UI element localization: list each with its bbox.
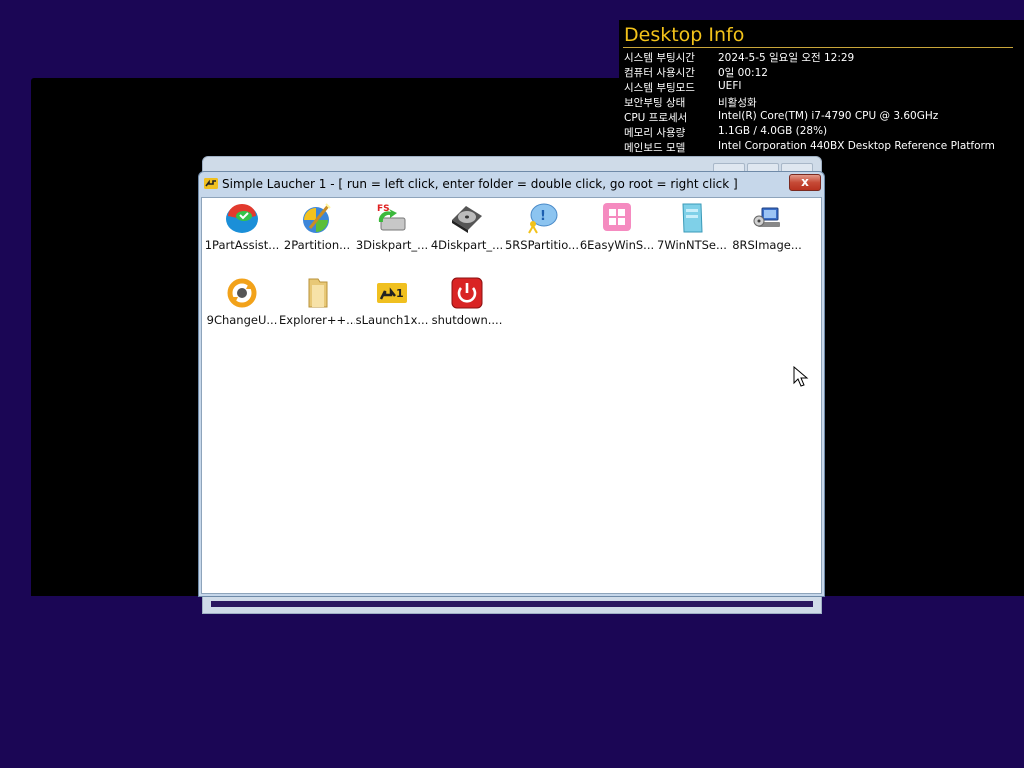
launcher-item-2[interactable]: 2Partition...	[279, 202, 355, 262]
diskpart-fs-icon: FS	[377, 204, 406, 231]
slaunch-icon: 1	[377, 283, 407, 303]
launcher-item-9[interactable]: 9ChangeU...	[204, 277, 280, 337]
info-key: CPU 프로세서	[624, 112, 688, 124]
launcher-item-label: 7WinNTSe...	[657, 238, 727, 252]
launcher-item-label: 3Diskpart_...	[355, 238, 429, 252]
launcher-item-label: 4Diskpart_...	[430, 238, 504, 252]
info-key: 시스템 부팅시간	[624, 52, 695, 64]
desktop-info-title: Desktop Info	[624, 24, 745, 46]
info-value: 1.1GB / 4.0GB (28%)	[718, 125, 828, 137]
desktop-info-panel: Desktop Info 시스템 부팅시간 2024-5-5 일요일 오전 12…	[619, 20, 1024, 155]
launcher-item-label: 2Partition...	[283, 238, 351, 252]
launcher-item-label: 1PartAssist...	[204, 238, 280, 252]
info-key: 컴퓨터 사용시간	[624, 67, 695, 79]
launcher-item-12[interactable]: shutdown....	[429, 277, 505, 337]
info-key: 메모리 사용량	[624, 127, 686, 139]
info-key: 메인보드 모델	[624, 142, 686, 154]
svg-text:!: !	[540, 209, 546, 224]
folder-icon	[308, 278, 328, 308]
change-uefi-icon	[227, 278, 257, 308]
close-button[interactable]: x	[789, 174, 821, 191]
launcher-item-label: Explorer++...	[279, 313, 355, 327]
info-value: 0일 00:12	[718, 67, 768, 79]
launcher-app-icon	[204, 178, 218, 189]
launcher-content-area: 1PartAssist... 2Partition... FS 3Diskpar…	[201, 197, 822, 594]
info-value: Intel(R) Core(TM) i7-4790 CPU @ 3.60GHz	[718, 110, 939, 122]
launcher-window[interactable]: Simple Laucher 1 - [ run = left click, e…	[198, 171, 825, 597]
partition-wizard-icon	[303, 203, 331, 233]
info-key: 보안부팅 상태	[624, 97, 686, 109]
info-value: 비활성화	[718, 97, 757, 109]
launcher-item-label: 8RSImage...	[732, 238, 802, 252]
info-value: UEFI	[718, 80, 742, 92]
power-icon	[451, 277, 483, 309]
launcher-item-11[interactable]: 1 sLaunch1x...	[354, 277, 430, 337]
launcher-item-4[interactable]: 4Diskpart_...	[429, 202, 505, 262]
desktop-info-divider	[623, 47, 1013, 48]
launcher-item-6[interactable]: 6EasyWinS...	[579, 202, 655, 262]
launcher-item-label: 5RSPartitio...	[504, 238, 579, 252]
window-title: Simple Laucher 1 - [ run = left click, e…	[222, 177, 738, 191]
launcher-item-label: shutdown....	[431, 313, 503, 327]
mouse-cursor-icon	[793, 366, 809, 387]
launcher-item-8[interactable]: 8RSImage...	[729, 202, 805, 262]
rs-image-icon	[753, 207, 780, 227]
info-key: 시스템 부팅모드	[624, 82, 695, 94]
launcher-item-label: 9ChangeU...	[206, 313, 278, 327]
title-bar[interactable]: Simple Laucher 1 - [ run = left click, e…	[199, 172, 824, 196]
info-value: 2024-5-5 일요일 오전 12:29	[718, 52, 855, 64]
launcher-item-7[interactable]: 7WinNTSe...	[654, 202, 730, 262]
launcher-item-label: 6EasyWinS...	[579, 238, 655, 252]
launcher-item-1[interactable]: 1PartAssist...	[204, 202, 280, 262]
rs-partition-icon: !	[528, 203, 558, 234]
easy-win-setup-icon	[603, 203, 631, 231]
part-assist-icon	[226, 204, 258, 233]
launcher-item-3[interactable]: FS 3Diskpart_...	[354, 202, 430, 262]
info-value: Intel Corporation 440BX Desktop Referenc…	[718, 140, 995, 152]
svg-text:1: 1	[396, 287, 404, 300]
bg-window-bottom-bar	[211, 601, 813, 607]
launcher-item-label: sLaunch1x...	[355, 313, 429, 327]
hard-disk-icon	[452, 206, 482, 233]
launcher-item-10[interactable]: Explorer++...	[279, 277, 355, 337]
launcher-item-5[interactable]: ! 5RSPartitio...	[504, 202, 580, 262]
winntsetup-icon	[682, 203, 703, 233]
